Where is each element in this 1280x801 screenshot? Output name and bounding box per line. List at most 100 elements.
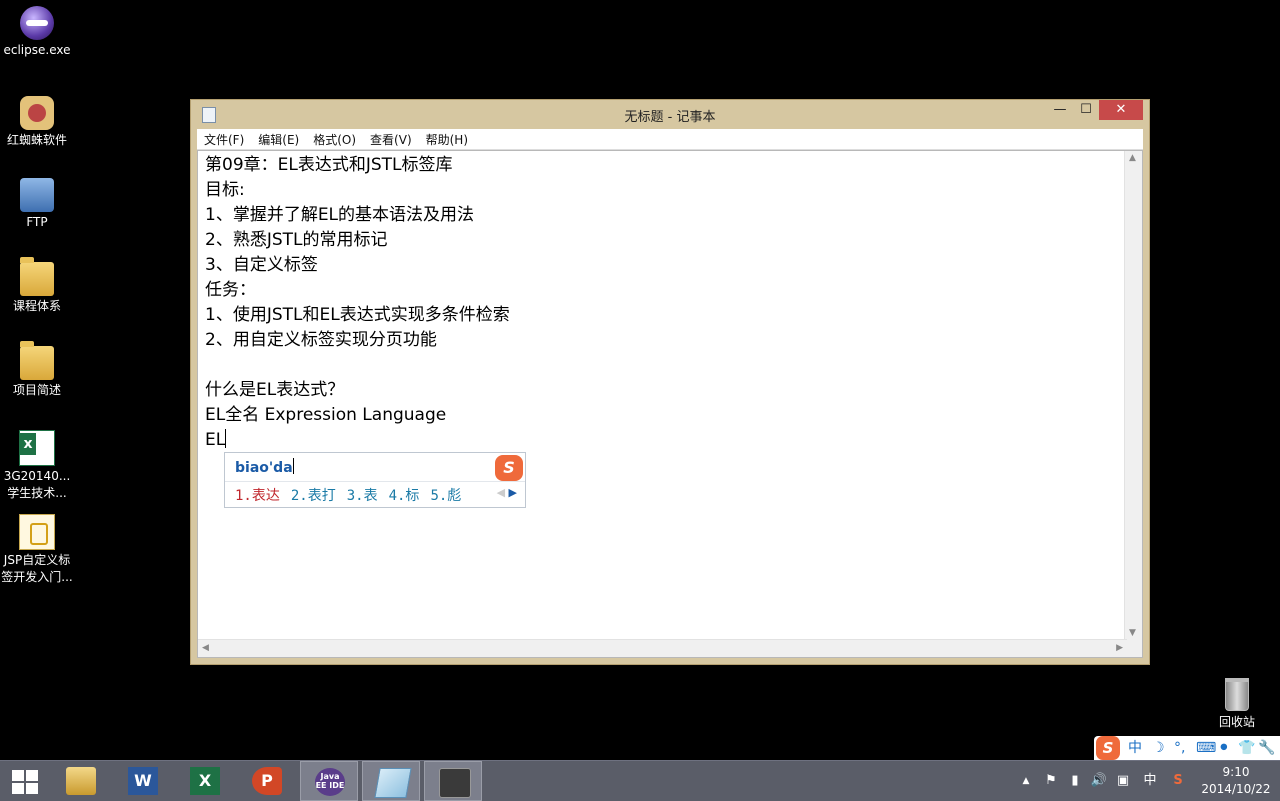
taskbar-notepad[interactable]	[362, 761, 420, 801]
word-icon: W	[128, 767, 158, 795]
folder-icon	[20, 341, 54, 380]
input-language-indicator[interactable]: 中	[1138, 761, 1162, 801]
taskbar-java-ee-ide[interactable]: Java EE IDE	[300, 761, 358, 801]
scroll-left-arrow-icon[interactable]: ◀	[202, 643, 209, 653]
desktop-icon-jsp-doc[interactable]: JSP自定义标 签开发入门...	[0, 514, 74, 586]
ime-pinyin-input: biao'da	[235, 458, 294, 476]
menu-file[interactable]: 文件(F)	[197, 130, 251, 150]
editor-text: 第09章：EL表达式和JSTL标签库 目标: 1、掌握并了解EL的基本语法及用法…	[205, 153, 510, 453]
desktop-icon-label: 课程体系	[12, 299, 61, 313]
vertical-scrollbar[interactable]: ▲ ▼	[1124, 151, 1142, 640]
excel-icon: X	[190, 767, 220, 795]
desktop-icon-project-summary[interactable]: 项目简述	[0, 341, 74, 399]
action-center-flag-icon[interactable]: ⚑	[1040, 761, 1062, 801]
desktop-icon-label: 项目简述	[12, 383, 61, 397]
taskbar-excel[interactable]: X	[176, 761, 234, 801]
taskbar-word[interactable]: W	[114, 761, 172, 801]
window-title: 无标题 - 记事本	[624, 110, 716, 125]
clock-time: 9:10	[1222, 765, 1250, 779]
minimize-button[interactable]: —	[1049, 100, 1071, 120]
sogou-tray-icon[interactable]: S	[1166, 761, 1190, 801]
ftp-shortcut-icon	[20, 178, 54, 212]
ime-candidate-4[interactable]: 4.标	[389, 488, 420, 504]
half-width-moon-icon[interactable]: ☽	[1152, 738, 1165, 758]
maximize-button[interactable]: ☐	[1075, 100, 1097, 120]
java-ee-ide-icon: Java EE IDE	[315, 768, 345, 796]
ime-candidate-1[interactable]: 1.表达	[235, 488, 280, 504]
ime-candidate-2[interactable]: 2.表打	[291, 488, 336, 504]
horizontal-scrollbar[interactable]: ◀ ▶	[198, 639, 1127, 657]
sogou-toolbar-logo-icon[interactable]: S	[1096, 736, 1120, 760]
menu-bar: 文件(F) 编辑(E) 格式(O) 查看(V) 帮助(H)	[197, 129, 1143, 150]
power-icon[interactable]: ▮	[1064, 761, 1086, 801]
desktop-icon-course-system[interactable]: 课程体系	[0, 257, 74, 315]
punctuation-icon[interactable]: °,	[1174, 738, 1185, 758]
ime-next-page-icon[interactable]: ▶	[509, 486, 517, 499]
excel-file-icon	[19, 430, 55, 466]
current-line-text: EL	[205, 430, 226, 450]
sogou-logo-icon: S	[495, 455, 523, 481]
recycle-bin-icon	[1225, 678, 1249, 711]
scroll-down-arrow-icon[interactable]: ▼	[1129, 628, 1136, 638]
scroll-up-arrow-icon[interactable]: ▲	[1129, 153, 1136, 163]
ime-prev-page-icon[interactable]: ◀	[497, 486, 505, 499]
volume-icon[interactable]: 🔊	[1088, 761, 1110, 801]
close-button[interactable]: ✕	[1099, 100, 1143, 120]
file-explorer-icon	[66, 767, 96, 795]
spider-icon	[20, 96, 54, 130]
desktop-icon-eclipse[interactable]: eclipse.exe	[0, 6, 74, 59]
desktop-icon-ftp[interactable]: FTP	[0, 178, 74, 231]
desktop-icon-label: 红蜘蛛软件	[6, 133, 67, 147]
tool-app-icon	[439, 768, 471, 798]
start-button[interactable]	[0, 761, 50, 801]
scroll-right-arrow-icon[interactable]: ▶	[1116, 643, 1123, 653]
ime-page-arrows: ◀ ▶	[497, 486, 517, 499]
text-line: 任务：	[205, 280, 256, 300]
taskbar-tool[interactable]	[424, 761, 482, 801]
show-hidden-icons-icon[interactable]: ▲	[1018, 761, 1034, 801]
user-icon[interactable]: ⚫	[1218, 738, 1230, 758]
desktop-icon-recycle-bin[interactable]: 回收站	[1206, 678, 1268, 731]
text-line: 第09章：EL表达式和JSTL标签库	[205, 155, 453, 175]
soft-keyboard-icon[interactable]: ⌨	[1196, 738, 1216, 758]
ime-candidate-5[interactable]: 5.彪	[430, 488, 461, 504]
menu-view[interactable]: 查看(V)	[363, 130, 419, 150]
text-line: 3、自定义标签	[205, 255, 318, 275]
windows-logo-icon	[12, 770, 38, 794]
ime-caret	[292, 458, 294, 474]
ime-divider	[225, 481, 525, 482]
desktop-icon-excel-file[interactable]: 3G20140... 学生技术...	[0, 430, 74, 502]
taskbar: W X P Java EE IDE ▲ ⚑ ▮ 🔊 ▣ 中 S 9:10 201…	[0, 760, 1280, 801]
ime-pinyin-text: biao'da	[235, 460, 293, 476]
text-line: 目标:	[205, 180, 245, 200]
folder-shortcut-icon	[20, 257, 54, 296]
network-icon[interactable]: ▣	[1112, 761, 1134, 801]
taskbar-powerpoint[interactable]: P	[238, 761, 296, 801]
ime-candidate-3[interactable]: 3.表	[347, 488, 378, 504]
resize-grip-icon[interactable]	[1125, 640, 1142, 657]
text-caret	[225, 429, 227, 448]
eclipse-icon	[20, 6, 54, 40]
desktop-icon-label: FTP	[26, 215, 48, 229]
desktop-icon-red-spider[interactable]: 红蜘蛛软件	[0, 96, 74, 149]
taskbar-file-explorer[interactable]	[52, 761, 110, 801]
text-line: 2、熟悉JSTL的常用标记	[205, 230, 388, 250]
title-bar[interactable]: 无标题 - 记事本 — ☐ ✕	[191, 100, 1149, 128]
text-line: EL全名 Expression Language	[205, 405, 447, 425]
text-line: 什么是EL表达式？	[205, 380, 345, 400]
text-editor[interactable]: 第09章：EL表达式和JSTL标签库 目标: 1、掌握并了解EL的基本语法及用法…	[197, 150, 1143, 658]
text-line: 1、使用JSTL和EL表达式实现多条件检索	[205, 305, 510, 325]
text-line: 2、用自定义标签实现分页功能	[205, 330, 437, 350]
ime-candidate-list: 1.表达 2.表打 3.表 4.标 5.彪	[235, 485, 472, 505]
text-line	[205, 353, 510, 378]
menu-format[interactable]: 格式(O)	[306, 130, 363, 150]
chinese-mode-icon[interactable]: 中	[1128, 738, 1142, 758]
notepad-icon	[374, 768, 412, 798]
desktop-icon-label: 3G20140... 学生技术...	[3, 469, 71, 500]
clock[interactable]: 9:10 2014/10/22	[1196, 764, 1276, 798]
skin-shirt-icon[interactable]: 👕	[1238, 738, 1255, 758]
menu-help[interactable]: 帮助(H)	[419, 130, 475, 150]
menu-edit[interactable]: 编辑(E)	[251, 130, 306, 150]
settings-wrench-icon[interactable]: 🔧	[1258, 738, 1275, 758]
current-line: EL	[205, 428, 510, 453]
